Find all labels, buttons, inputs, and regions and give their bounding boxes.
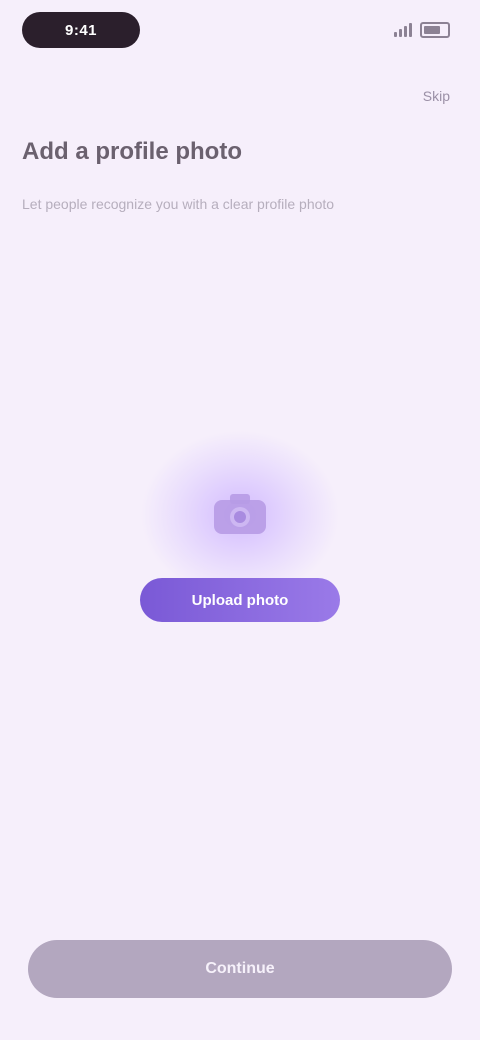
continue-button[interactable]: Continue: [28, 940, 452, 998]
status-icons: [394, 20, 450, 40]
page-title: Add a profile photo: [22, 138, 242, 165]
battery-icon: [420, 22, 450, 38]
camera-icon: [214, 494, 266, 534]
onboarding-screen: 9:41 Skip Add a profile photo Let people…: [0, 0, 480, 1040]
status-time: 9:41: [64, 21, 98, 39]
page-subtitle: Let people recognize you with a clear pr…: [22, 196, 335, 212]
upload-photo-button[interactable]: Upload photo: [140, 578, 340, 622]
status-bar: 9:41: [0, 0, 480, 60]
status-time-pill: 9:41: [22, 12, 140, 48]
signal-icon: [394, 23, 412, 37]
skip-button[interactable]: Skip: [423, 88, 450, 104]
photo-upload-area: Upload photo: [0, 420, 480, 660]
